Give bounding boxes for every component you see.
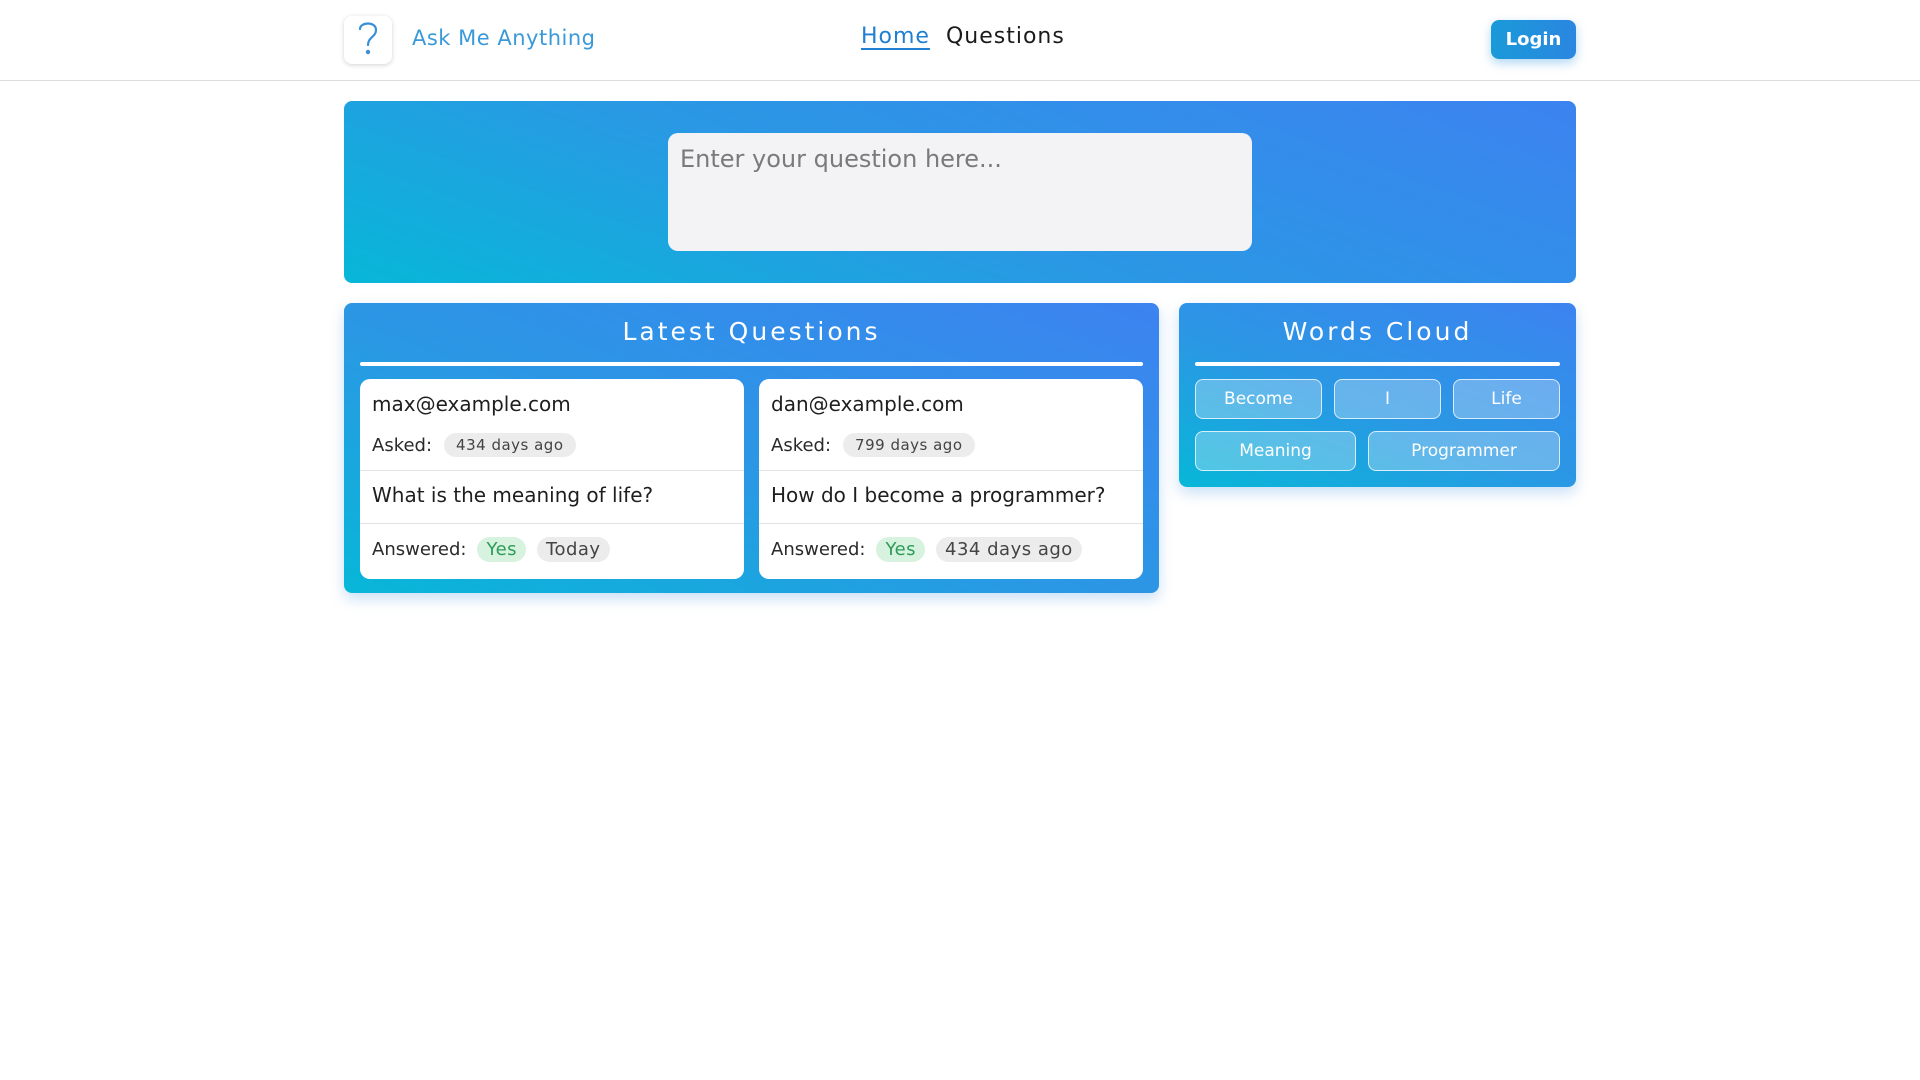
divider	[360, 523, 744, 524]
word-chip-life[interactable]: Life	[1453, 379, 1560, 419]
latest-questions-title: Latest Questions	[622, 317, 881, 346]
question-mark-icon	[355, 18, 381, 62]
title-divider	[1195, 362, 1560, 366]
asked-row: Asked: 434 days ago	[372, 431, 576, 459]
question-text[interactable]: How do I become a programmer?	[771, 483, 1106, 507]
nav-home-link[interactable]: Home	[861, 24, 930, 49]
word-chip-meaning[interactable]: Meaning	[1195, 431, 1356, 471]
word-chip-i[interactable]: I	[1334, 379, 1441, 419]
question-text[interactable]: What is the meaning of life?	[372, 483, 653, 507]
answered-label: Answered:	[771, 538, 866, 560]
words-cloud-panel: Words Cloud Become I Life Meaning Progra…	[1179, 303, 1576, 487]
divider	[759, 523, 1143, 524]
asked-time-badge: 434 days ago	[444, 433, 576, 457]
asked-label: Asked:	[372, 434, 433, 456]
word-chip-become[interactable]: Become	[1195, 379, 1322, 419]
question-card[interactable]: dan@example.com Asked: 799 days ago How …	[759, 379, 1143, 579]
answered-row: Answered: Yes 434 days ago	[771, 534, 1082, 564]
answered-time-badge: 434 days ago	[936, 536, 1082, 562]
word-chip-programmer[interactable]: Programmer	[1368, 431, 1560, 471]
answered-status-badge: Yes	[876, 536, 926, 562]
divider	[759, 470, 1143, 471]
top-navbar: Ask Me Anything Home Questions Login	[0, 0, 1920, 81]
login-button[interactable]: Login	[1491, 20, 1576, 59]
question-card[interactable]: max@example.com Asked: 434 days ago What…	[360, 379, 744, 579]
question-input[interactable]	[668, 133, 1252, 251]
asker-email: dan@example.com	[771, 392, 964, 416]
answered-label: Answered:	[372, 538, 467, 560]
answered-status-badge: Yes	[477, 536, 527, 562]
answered-time-badge: Today	[537, 536, 610, 562]
ask-question-hero	[344, 101, 1576, 283]
asked-time-badge: 799 days ago	[843, 433, 975, 457]
asked-label: Asked:	[771, 434, 832, 456]
asker-email: max@example.com	[372, 392, 571, 416]
words-cloud-title: Words Cloud	[1282, 317, 1473, 346]
main-nav: Home Questions	[861, 24, 1065, 49]
divider	[360, 470, 744, 471]
brand-name[interactable]: Ask Me Anything	[412, 26, 595, 50]
nav-questions-link[interactable]: Questions	[946, 24, 1065, 49]
asked-row: Asked: 799 days ago	[771, 431, 975, 459]
logo[interactable]	[344, 16, 392, 64]
title-divider	[360, 362, 1143, 366]
answered-row: Answered: Yes Today	[372, 534, 610, 564]
latest-questions-panel: Latest Questions max@example.com Asked: …	[344, 303, 1159, 593]
